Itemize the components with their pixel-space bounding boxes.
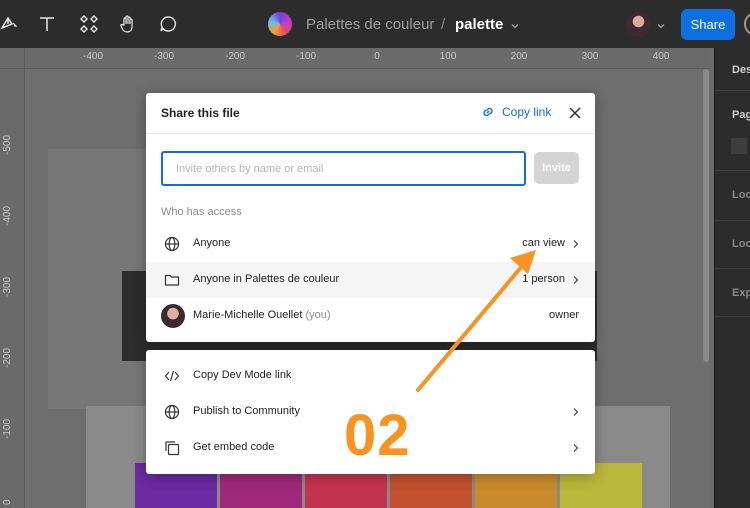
divider (146, 133, 595, 134)
permission-dropdown[interactable]: can view (522, 237, 565, 249)
access-row-owner: Marie-Michelle Ouellet (you) owner (146, 298, 595, 334)
page-name[interactable]: palette (455, 16, 503, 33)
chevron-right-icon (573, 408, 579, 416)
chevron-down-icon[interactable] (656, 18, 666, 36)
avatar[interactable] (626, 12, 651, 37)
top-toolbar: Palettes de couleur / palette Share (0, 0, 750, 48)
who-has-access-label: Who has access (161, 206, 242, 218)
ruler-tick: -100 (2, 418, 13, 439)
chevron-right-icon (573, 444, 579, 452)
project-name[interactable]: Palettes de couleur (306, 16, 434, 33)
panel-label: Pag (732, 109, 750, 121)
annotation-step-number: 02 (344, 403, 411, 468)
ruler-tick: 0 (2, 499, 13, 505)
chevron-right-icon (573, 276, 579, 284)
properties-panel: Des Pag Loc Loc Exp (714, 48, 750, 508)
menu-item-label: Copy Dev Mode link (193, 369, 292, 381)
invite-button[interactable]: Invite (534, 152, 579, 184)
page-thumbnail[interactable] (731, 138, 747, 154)
hand-tool-icon[interactable] (116, 12, 140, 36)
globe-icon (164, 404, 180, 420)
ruler-tick: -200 (224, 51, 246, 62)
divider (715, 220, 750, 221)
chevron-right-icon (573, 240, 579, 248)
globe-icon (164, 236, 180, 252)
role-label: owner (549, 309, 579, 321)
access-row-label: Marie-Michelle Ouellet (you) (193, 309, 331, 321)
avatar (161, 304, 185, 328)
vertical-scrollbar[interactable] (703, 69, 709, 362)
ruler-tick: 300 (581, 51, 599, 62)
ruler-tick: -500 (2, 134, 13, 155)
member-count[interactable]: 1 person (522, 273, 565, 285)
ruler-tick: -200 (2, 347, 13, 368)
ruler-tick: -100 (295, 51, 317, 62)
access-row-label: Anyone in Palettes de couleur (193, 273, 340, 285)
ruler-tick: 100 (439, 51, 457, 62)
you-suffix: (you) (305, 309, 331, 321)
file-icon (268, 12, 292, 36)
access-row-label: Anyone (193, 237, 231, 249)
user-name: Marie-Michelle Ouellet (193, 309, 303, 321)
folder-icon (164, 274, 180, 286)
copy-icon (165, 441, 180, 456)
panel-label: Loc (732, 189, 750, 201)
divider (715, 170, 750, 171)
divider (715, 316, 750, 317)
ruler-horizontal: -400 -300 -200 -100 0 100 200 300 400 (25, 48, 710, 69)
code-icon (164, 370, 180, 382)
ruler-tick: 200 (510, 51, 528, 62)
breadcrumb-separator: / (441, 16, 446, 33)
components-icon[interactable] (77, 12, 101, 36)
panel-label[interactable]: Des (732, 64, 750, 76)
text-tool-icon[interactable] (35, 12, 59, 36)
divider (715, 268, 750, 269)
invite-input[interactable] (161, 151, 526, 186)
access-row-anyone[interactable]: Anyone can view (146, 226, 595, 262)
ruler-vertical: -500 -400 -300 -200 -100 0 (0, 69, 25, 508)
chevron-down-icon[interactable] (510, 18, 520, 36)
share-modal: Share this file Copy link Invite Who has… (146, 93, 595, 342)
ruler-tick: -300 (2, 276, 13, 297)
menu-item-copy-dev-mode-link[interactable]: Copy Dev Mode link (146, 358, 595, 394)
share-button[interactable]: Share (681, 9, 735, 40)
play-icon[interactable] (744, 12, 750, 36)
menu-item-label: Publish to Community (193, 405, 300, 417)
ruler-tick: -300 (153, 51, 175, 62)
close-icon[interactable] (567, 105, 583, 121)
modal-title: Share this file (161, 106, 240, 120)
pen-tool-icon[interactable] (0, 12, 20, 36)
ruler-tick: 400 (652, 51, 670, 62)
panel-label: Exp (732, 287, 750, 299)
divider (715, 90, 750, 91)
ruler-tick: 0 (374, 51, 380, 62)
copy-link-label: Copy link (502, 105, 552, 119)
comment-tool-icon[interactable] (156, 12, 180, 36)
access-row-team[interactable]: Anyone in Palettes de couleur 1 person (146, 262, 595, 298)
menu-item-label: Get embed code (193, 441, 275, 453)
link-icon (483, 107, 493, 117)
panel-label: Loc (732, 238, 750, 250)
ruler-tick: -400 (82, 51, 104, 62)
ruler-tick: -400 (2, 205, 13, 226)
copy-link-button[interactable]: Copy link (480, 104, 551, 120)
ruler-corner (0, 48, 25, 69)
